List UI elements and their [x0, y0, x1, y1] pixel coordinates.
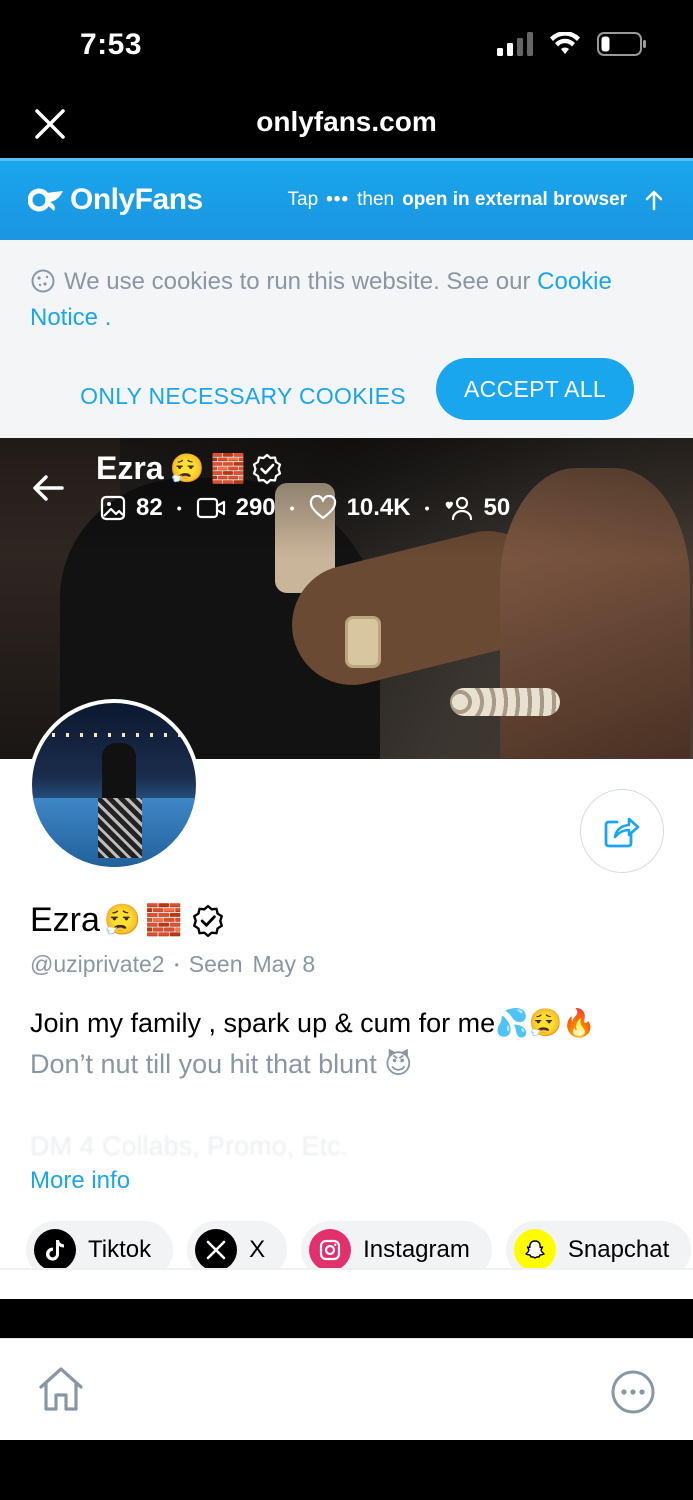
- social-label-x: X: [249, 1236, 266, 1263]
- handle-separator: •: [174, 957, 179, 972]
- stat-fans: 50: [444, 494, 511, 522]
- verified-badge-icon: [253, 453, 282, 484]
- cover-watch: [345, 616, 381, 668]
- stat-photos: 82: [100, 494, 163, 522]
- brick-emoji-icon: 🧱: [210, 453, 246, 484]
- cookie-text: We use cookies to run this website. See …: [30, 264, 660, 336]
- stat-separator: •: [424, 500, 430, 516]
- bio-line-2: Don’t nut till you hit that blunt 😈: [30, 1049, 412, 1080]
- stat-separator: •: [176, 500, 182, 516]
- brick-emoji-icon: 🧱: [145, 904, 183, 937]
- profile-name-text: Ezra: [30, 901, 100, 939]
- stat-photos-value: 82: [136, 494, 163, 521]
- battery-icon: [597, 32, 646, 56]
- stat-videos-value: 290: [235, 494, 276, 521]
- profile-handle-row: @uziprivate2 • Seen May 8: [30, 951, 315, 978]
- bio-line-1: Join my family , spark up & cum for me💦😮…: [30, 1007, 596, 1039]
- bottom-tab-bar: [0, 1338, 693, 1440]
- cookie-icon: [31, 269, 55, 293]
- avatar-figure-legs: [98, 798, 142, 858]
- browser-bar: onlyfans.com: [0, 92, 693, 158]
- social-label-snapchat: Snapchat: [567, 1236, 670, 1263]
- only-necessary-cookies-button[interactable]: ONLY NECESSARY COOKIES: [60, 370, 426, 422]
- bio-line-2-text: Don’t nut till you hit that blunt: [30, 1049, 377, 1079]
- x-icon: [195, 1229, 238, 1271]
- cover-name-text: Ezra: [96, 450, 164, 486]
- hint-tap: Tap: [287, 189, 319, 210]
- cookie-link-word[interactable]: Cookie: [537, 268, 612, 295]
- profile-section: Ezra 😮‍💨 🧱 @uziprivate2 • Seen May 8 Joi…: [0, 699, 693, 1299]
- cover-username: Ezra 😮‍💨 🧱: [96, 450, 283, 487]
- share-button[interactable]: [580, 789, 664, 873]
- stat-likes-value: 10.4K: [346, 494, 411, 521]
- more-info-link[interactable]: More info: [30, 1167, 130, 1195]
- wifi-icon: [550, 32, 580, 54]
- bio-line-1-text: Join my family , spark up & cum for me: [30, 1008, 496, 1038]
- onlyfans-logo-icon: [28, 188, 63, 212]
- home-icon[interactable]: [36, 1365, 86, 1413]
- hint-action: open in external browser: [402, 189, 627, 210]
- bio-line-3-faded: DM 4 Collabs, Promo, Etc.: [30, 1131, 349, 1161]
- image-icon: [100, 495, 126, 521]
- share-icon: [604, 817, 640, 848]
- avatar-lights: [52, 733, 182, 737]
- accept-all-button[interactable]: ACCEPT ALL: [436, 358, 634, 420]
- cookie-notice-link[interactable]: Notice: [30, 304, 98, 331]
- browser-url: onlyfans.com: [256, 106, 437, 137]
- stat-videos: 290: [196, 494, 276, 522]
- heart-icon: [309, 495, 336, 520]
- smoking-emoji-icon: 😮‍💨: [528, 1008, 563, 1038]
- signal-icon: [497, 32, 533, 56]
- stat-likes: 10.4K: [309, 494, 411, 522]
- arrow-up-icon: [645, 190, 663, 211]
- status-icons: [497, 32, 647, 56]
- stat-fans-value: 50: [483, 494, 511, 521]
- stat-separator: •: [289, 500, 295, 516]
- onlyfans-logo-text: OnlyFans: [70, 183, 203, 216]
- sweat-emoji-icon: 💦: [495, 1008, 529, 1038]
- profile-handle: @uziprivate2: [30, 951, 165, 977]
- tiktok-icon: [34, 1229, 76, 1271]
- fire-emoji-icon: 🔥: [562, 1008, 597, 1038]
- status-time: 7:53: [80, 28, 143, 61]
- seen-date: May 8: [252, 951, 316, 977]
- status-bar: 7:53: [0, 0, 693, 92]
- instagram-icon: [309, 1229, 352, 1271]
- devil-emoji-icon: 😈: [384, 1049, 413, 1079]
- profile-name: Ezra 😮‍💨 🧱: [30, 901, 225, 940]
- snapchat-icon: [513, 1229, 556, 1271]
- seen-label: Seen: [188, 951, 243, 977]
- smoking-emoji-icon: 😮‍💨: [169, 453, 205, 484]
- cookie-message: We use cookies to run this website. See …: [64, 268, 531, 295]
- hint-then: then: [357, 189, 395, 210]
- ellipsis-icon: •••: [326, 189, 350, 210]
- section-divider: [0, 1268, 693, 1298]
- avatar[interactable]: [28, 699, 200, 871]
- cookie-period: .: [98, 304, 112, 331]
- smoking-emoji-icon: 😮‍💨: [103, 904, 142, 937]
- onlyfans-logo[interactable]: OnlyFans: [28, 183, 203, 217]
- social-label-instagram: Instagram: [363, 1236, 470, 1263]
- cover-bracelet: [450, 688, 560, 716]
- cookie-notice: We use cookies to run this website. See …: [0, 240, 693, 438]
- social-label-tiktok: Tiktok: [88, 1236, 152, 1263]
- onlyfans-banner: OnlyFans Tap ••• then open in external b…: [0, 158, 693, 240]
- back-arrow-icon[interactable]: [30, 470, 66, 506]
- more-options-icon[interactable]: [610, 1369, 656, 1415]
- cover-stats: 82 • 290 • 10.4K • 50: [100, 494, 510, 522]
- video-icon: [196, 497, 225, 519]
- home-indicator-area: [0, 1440, 693, 1500]
- fans-icon: [445, 496, 472, 521]
- verified-badge-icon: [192, 904, 223, 937]
- external-browser-hint: Tap ••• then open in external browser: [288, 189, 666, 211]
